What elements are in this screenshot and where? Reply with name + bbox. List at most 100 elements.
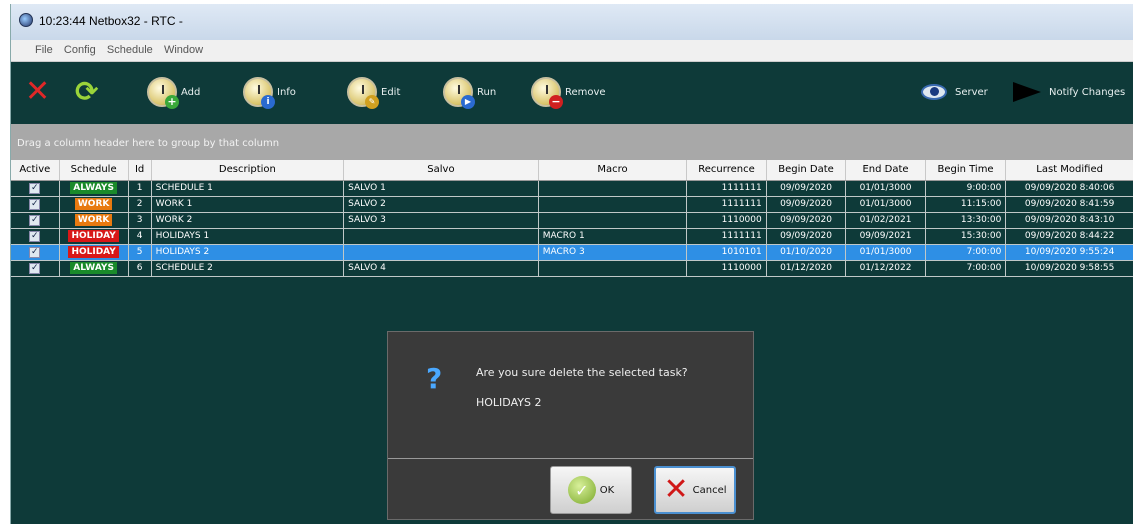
- description-cell: SCHEDULE 1: [151, 180, 345, 197]
- id-cell: 2: [128, 196, 152, 213]
- id-cell: 3: [128, 212, 152, 229]
- table-row[interactable]: ✓ HOLIDAY 4 HOLIDAYS 1 MACRO 1 1111111 09/09/2…: [11, 228, 1133, 245]
- menu-bar: File Config Schedule Window: [11, 40, 1133, 62]
- macro-cell: [538, 180, 688, 197]
- menu-config[interactable]: Config: [60, 40, 100, 60]
- begin-date-cell: 09/09/2020: [766, 228, 847, 245]
- schedule-badge: HOLIDAY: [68, 230, 119, 242]
- confirm-delete-dialog: ? Are you sure delete the selected task?…: [387, 331, 754, 520]
- begin-time-cell: 13:30:00: [925, 212, 1007, 229]
- clock-add-icon: +: [147, 77, 179, 109]
- macro-cell: MACRO 1: [538, 228, 688, 245]
- run-button[interactable]: ▶ Run: [443, 76, 497, 109]
- refresh-icon: ⟳: [75, 75, 99, 108]
- active-checkbox[interactable]: ✓: [29, 262, 41, 274]
- macro-cell: [538, 196, 688, 213]
- recurrence-cell: 1111111: [686, 180, 767, 197]
- end-date-cell: 01/01/3000: [845, 180, 926, 197]
- table-row[interactable]: ✓ HOLIDAY 5 HOLIDAYS 2 MACRO 3 1010101 01/10/2…: [11, 244, 1133, 261]
- info-label: Info: [277, 86, 296, 98]
- app-globe-icon: [19, 13, 33, 27]
- schedule-cell: ALWAYS: [59, 260, 129, 277]
- begin-date-cell: 01/12/2020: [766, 260, 847, 277]
- recurrence-cell: 1010101: [686, 244, 767, 261]
- remove-button[interactable]: − Remove: [531, 76, 606, 109]
- menu-schedule[interactable]: Schedule: [103, 40, 157, 60]
- dialog-message: Are you sure delete the selected task?: [476, 366, 688, 379]
- column-header-end-date[interactable]: End Date: [845, 160, 926, 181]
- recurrence-cell: 1110000: [686, 260, 767, 277]
- app-window: 10:23:44 Netbox32 - RTC - File Config Sc…: [10, 4, 1133, 524]
- salvo-cell: [343, 228, 539, 245]
- eye-icon: [921, 84, 947, 100]
- active-cell: ✓: [11, 180, 60, 197]
- macro-cell: [538, 260, 688, 277]
- schedule-badge: HOLIDAY: [68, 246, 119, 258]
- question-icon: ?: [426, 362, 443, 395]
- salvo-cell: SALVO 1: [343, 180, 539, 197]
- edit-button[interactable]: ✎ Edit: [347, 76, 401, 109]
- arrow-right-icon: [1013, 82, 1041, 102]
- check-icon: ✓: [567, 476, 596, 504]
- notify-changes-button[interactable]: Notify Changes: [1013, 76, 1125, 108]
- toolbar: ✕ ⟳ + Add i Info ✎ Edit ▶ Run − Remove S…: [11, 62, 1133, 124]
- info-button[interactable]: i Info: [243, 76, 296, 109]
- schedule-cell: WORK: [59, 212, 129, 229]
- menu-file[interactable]: File: [31, 40, 57, 60]
- description-cell: HOLIDAYS 1: [151, 228, 345, 245]
- column-header-schedule[interactable]: Schedule: [59, 160, 129, 181]
- clock-remove-icon: −: [531, 77, 563, 109]
- id-cell: 5: [128, 244, 152, 261]
- active-checkbox[interactable]: ✓: [29, 246, 41, 258]
- schedule-badge: WORK: [74, 198, 113, 210]
- schedule-badge: ALWAYS: [70, 262, 117, 274]
- remove-label: Remove: [565, 86, 606, 98]
- table-row[interactable]: ✓ ALWAYS 1 SCHEDULE 1 SALVO 1 1111111 09/09/20…: [11, 180, 1133, 197]
- active-checkbox[interactable]: ✓: [29, 182, 41, 194]
- begin-date-cell: 09/09/2020: [766, 180, 847, 197]
- begin-date-cell: 09/09/2020: [766, 196, 847, 213]
- table-row[interactable]: ✓ WORK 2 WORK 1 SALVO 2 1111111 09/09/2020 01/0…: [11, 196, 1133, 213]
- clock-run-icon: ▶: [443, 77, 475, 109]
- id-cell: 6: [128, 260, 152, 277]
- refresh-button[interactable]: ⟳: [75, 76, 98, 108]
- salvo-cell: [343, 244, 539, 261]
- edit-label: Edit: [381, 86, 401, 98]
- add-label: Add: [181, 86, 201, 98]
- server-label: Server: [955, 86, 988, 98]
- cancel-button[interactable]: ✕ Cancel: [654, 466, 736, 514]
- schedule-cell: HOLIDAY: [59, 228, 129, 245]
- column-header-description[interactable]: Description: [151, 160, 345, 181]
- ok-button[interactable]: ✓ OK: [550, 466, 632, 514]
- table-row[interactable]: ✓ ALWAYS 6 SCHEDULE 2 SALVO 4 1110000 01/12/20…: [11, 260, 1133, 277]
- menu-window[interactable]: Window: [160, 40, 207, 60]
- column-header-begin-time[interactable]: Begin Time: [925, 160, 1007, 181]
- column-header-active[interactable]: Active: [11, 160, 60, 181]
- id-cell: 4: [128, 228, 152, 245]
- column-header-salvo[interactable]: Salvo: [343, 160, 539, 181]
- last-modified-cell: 09/09/2020 8:41:59: [1005, 196, 1133, 213]
- server-button[interactable]: Server: [921, 76, 988, 108]
- column-header-macro[interactable]: Macro: [538, 160, 688, 181]
- active-checkbox[interactable]: ✓: [29, 198, 41, 210]
- column-header-last-modified[interactable]: Last Modified: [1005, 160, 1133, 181]
- description-cell: WORK 2: [151, 212, 345, 229]
- delete-button[interactable]: ✕: [25, 76, 50, 108]
- active-checkbox[interactable]: ✓: [29, 214, 41, 226]
- group-by-panel[interactable]: Drag a column header here to group by th…: [11, 124, 1133, 160]
- active-checkbox[interactable]: ✓: [29, 230, 41, 242]
- description-cell: SCHEDULE 2: [151, 260, 345, 277]
- column-header-recurrence[interactable]: Recurrence: [686, 160, 767, 181]
- recurrence-cell: 1111111: [686, 196, 767, 213]
- delete-x-icon: ✕: [25, 74, 51, 109]
- table-row[interactable]: ✓ WORK 3 WORK 2 SALVO 3 1110000 09/09/2020 01/0…: [11, 212, 1133, 229]
- run-label: Run: [477, 86, 497, 98]
- last-modified-cell: 09/09/2020 8:43:10: [1005, 212, 1133, 229]
- dialog-divider: [388, 458, 753, 459]
- column-header-begin-date[interactable]: Begin Date: [766, 160, 847, 181]
- column-header-id[interactable]: Id: [128, 160, 152, 181]
- add-button[interactable]: + Add: [147, 76, 201, 109]
- window-title: 10:23:44 Netbox32 - RTC -: [39, 14, 183, 28]
- last-modified-cell: 10/09/2020 9:58:55: [1005, 260, 1133, 277]
- schedule-cell: HOLIDAY: [59, 244, 129, 261]
